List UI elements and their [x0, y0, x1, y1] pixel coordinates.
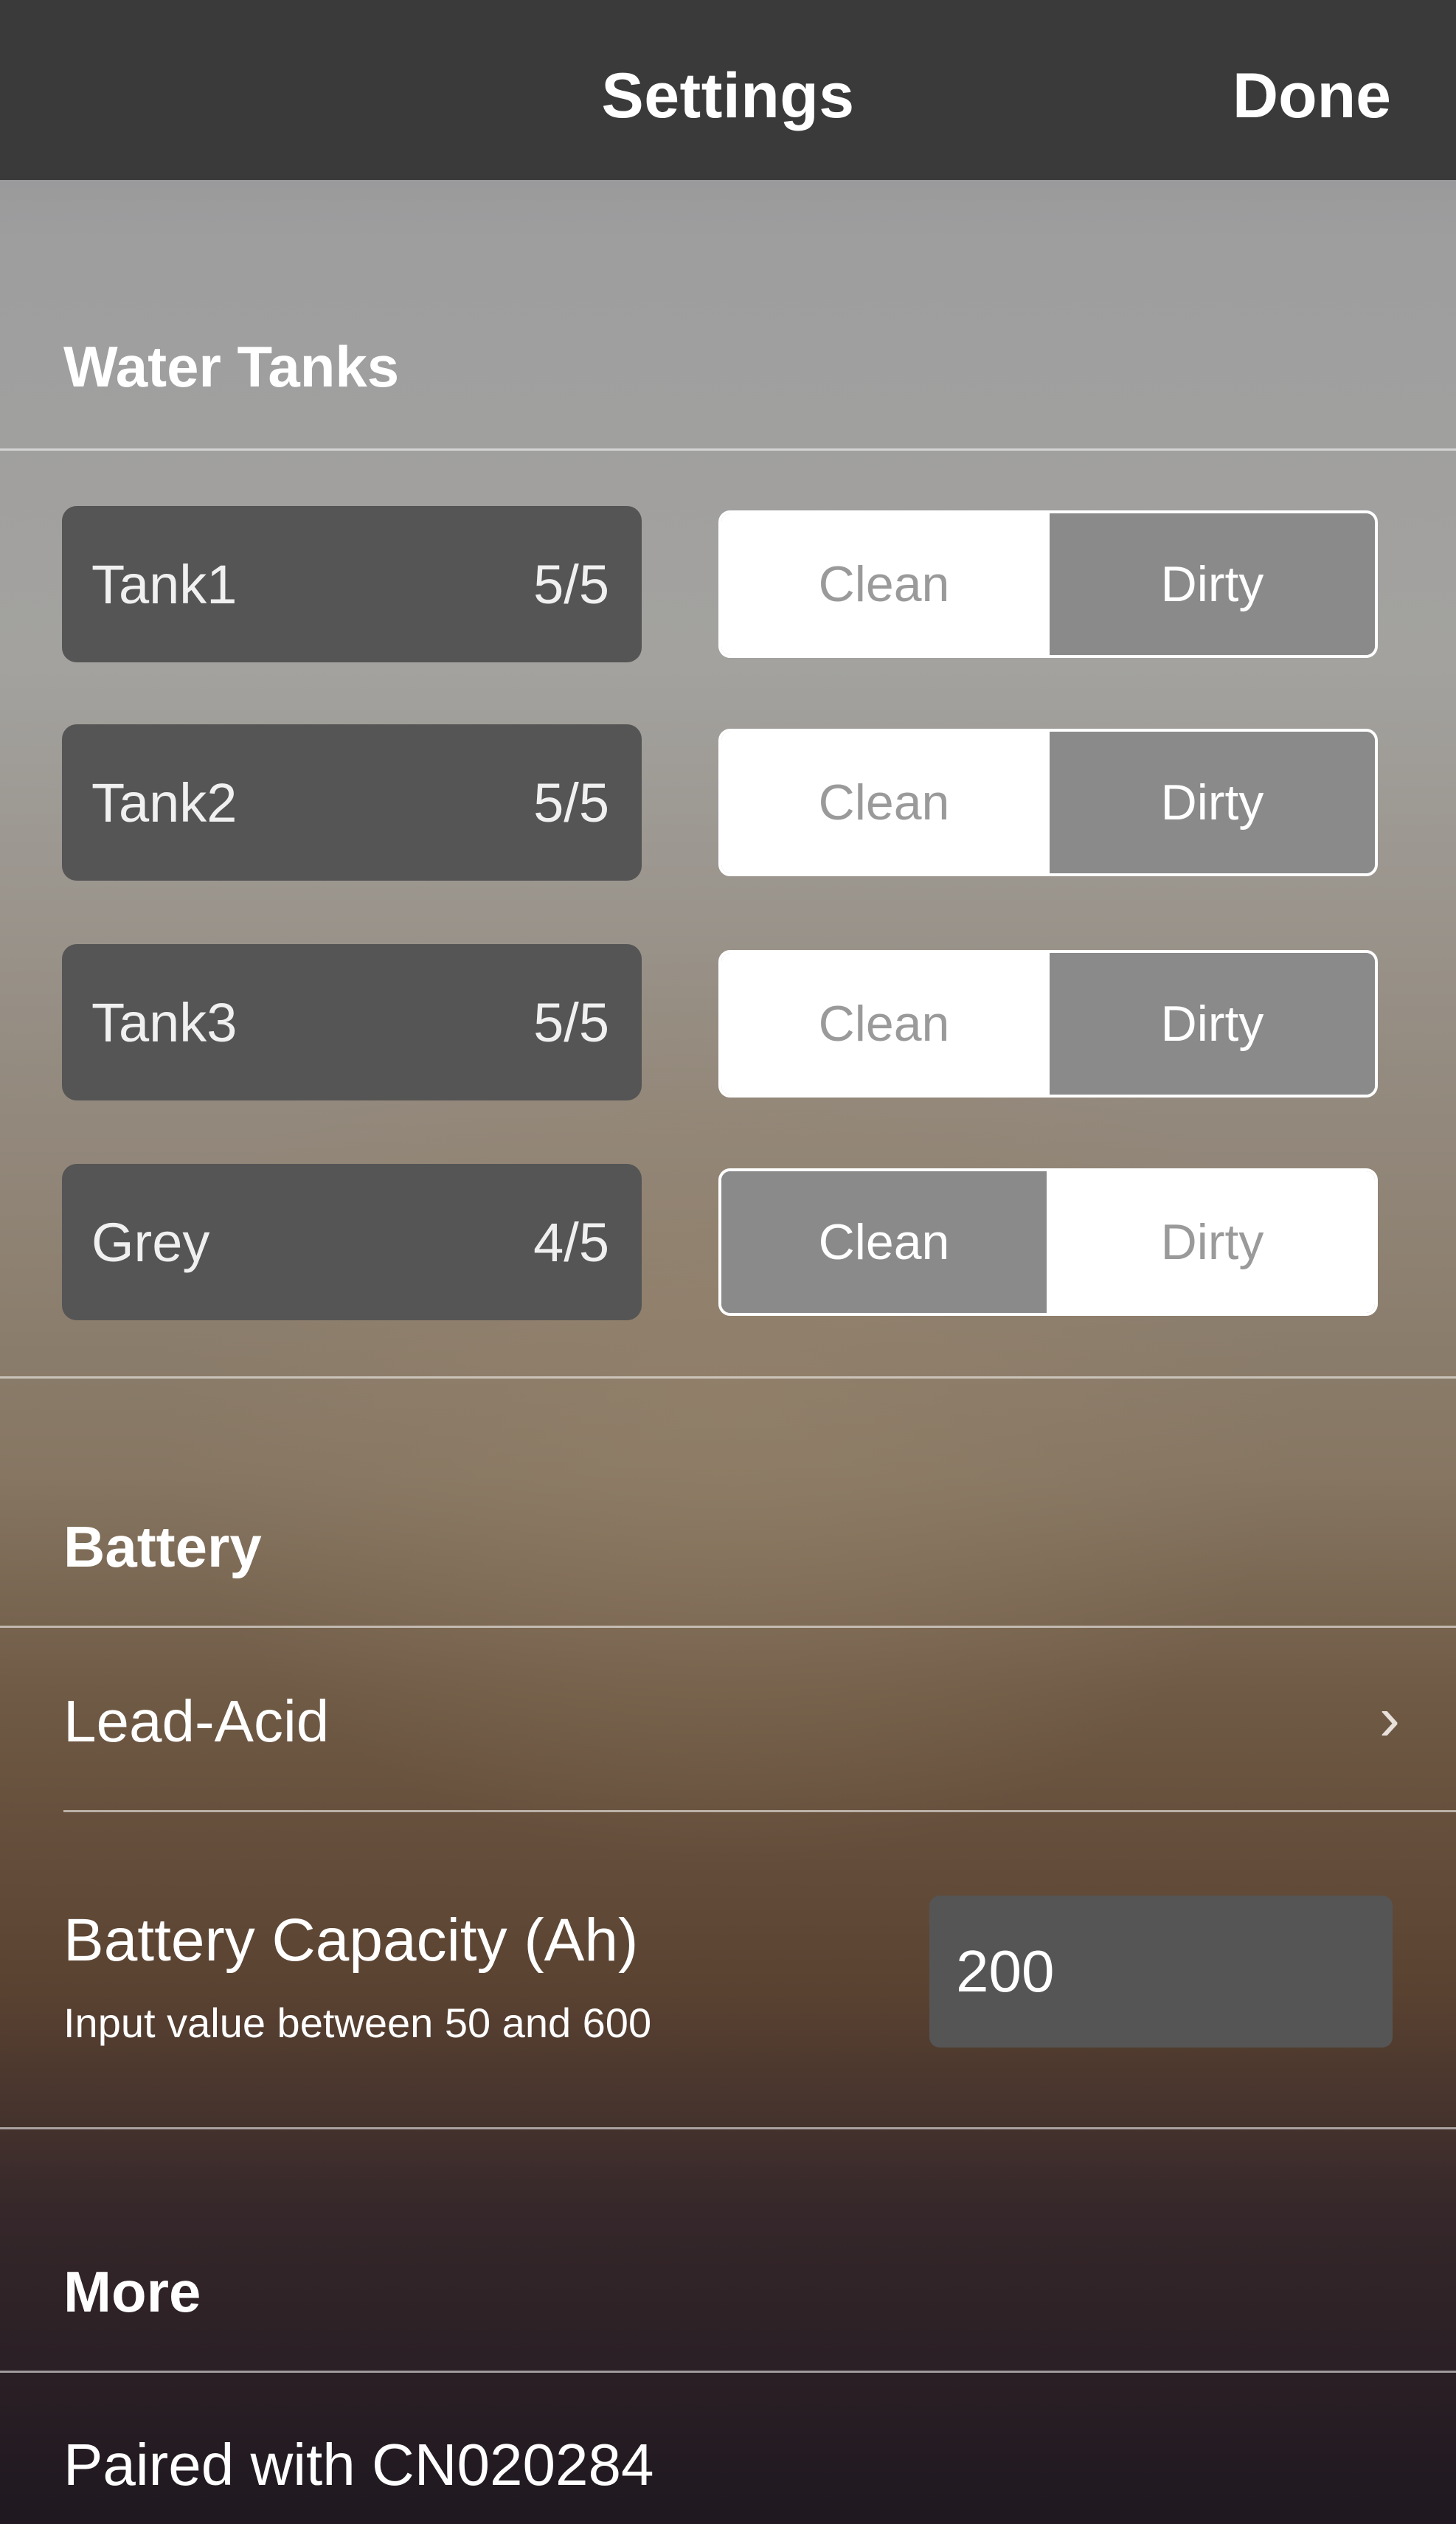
more-header: More — [63, 2259, 201, 2324]
grey-clean-option[interactable]: Clean — [721, 1171, 1047, 1313]
tank-row-tank3: Tank3 5/5 — [62, 944, 642, 1100]
tank-name: Grey — [91, 1211, 210, 1273]
tank3-clean-option[interactable]: Clean — [721, 953, 1047, 1095]
tank2-water-type-toggle: Clean Dirty — [718, 729, 1378, 876]
row-divider — [63, 1810, 1456, 1812]
battery-type-row[interactable]: Lead-Acid — [63, 1688, 329, 1755]
tank3-water-type-toggle: Clean Dirty — [718, 950, 1378, 1098]
navigation-bar: Settings Done — [0, 0, 1456, 180]
tank-level: 5/5 — [533, 772, 609, 833]
tank2-clean-option[interactable]: Clean — [721, 732, 1047, 873]
grey-water-type-toggle: Clean Dirty — [718, 1168, 1378, 1316]
tank2-dirty-option[interactable]: Dirty — [1050, 732, 1375, 873]
battery-capacity-value: 200 — [956, 1938, 1055, 2004]
section-divider — [0, 2127, 1456, 2129]
grey-dirty-option[interactable]: Dirty — [1050, 1171, 1375, 1313]
tank-row-grey: Grey 4/5 — [62, 1164, 642, 1320]
tank-name: Tank3 — [91, 991, 238, 1053]
paired-device-row[interactable]: Paired with CN020284 — [63, 2431, 654, 2499]
tank-level: 4/5 — [533, 1211, 609, 1273]
tank-row-tank2: Tank2 5/5 — [62, 724, 642, 881]
chevron-right-icon: › — [1379, 1684, 1400, 1753]
section-divider — [0, 448, 1456, 451]
tank3-dirty-option[interactable]: Dirty — [1050, 953, 1375, 1095]
tank1-dirty-option[interactable]: Dirty — [1050, 513, 1375, 655]
battery-capacity-hint: Input value between 50 and 600 — [63, 2000, 652, 2046]
tank-name: Tank2 — [91, 772, 238, 833]
section-divider — [0, 1376, 1456, 1379]
tank-level: 5/5 — [533, 991, 609, 1053]
settings-screen: Settings Done Water Tanks Tank1 5/5 Clea… — [0, 0, 1456, 2524]
water-tanks-header: Water Tanks — [63, 334, 400, 399]
tank-row-tank1: Tank1 5/5 — [62, 506, 642, 662]
tank-level: 5/5 — [533, 553, 609, 615]
tank1-clean-option[interactable]: Clean — [721, 513, 1047, 655]
section-divider — [0, 1626, 1456, 1628]
battery-capacity-input[interactable]: 200 — [929, 1896, 1393, 2048]
tank-name: Tank1 — [91, 553, 238, 615]
done-button[interactable]: Done — [1233, 0, 1391, 180]
section-divider — [0, 2371, 1456, 2373]
battery-capacity-label: Battery Capacity (Ah) — [63, 1907, 639, 1974]
tank1-water-type-toggle: Clean Dirty — [718, 510, 1378, 658]
battery-header: Battery — [63, 1514, 262, 1579]
